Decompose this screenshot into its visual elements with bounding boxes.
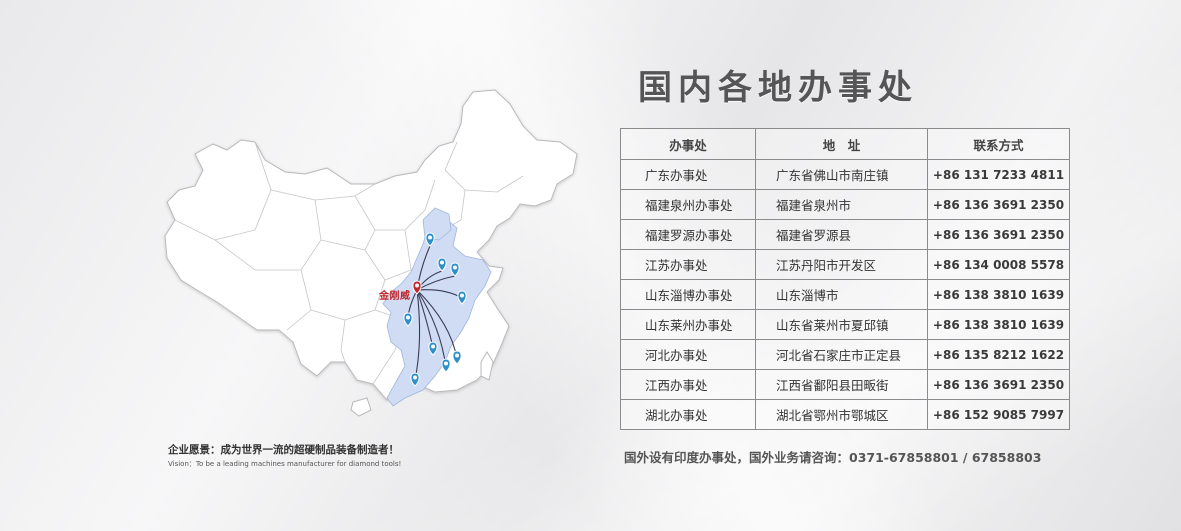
office-address: 江西省鄱阳县田畈街 [755,369,928,400]
office-address: 河北省石家庄市正定县 [755,339,928,370]
office-phone: +86 136 3691 2350 [927,219,1070,250]
office-name: 山东淄博办事处 [620,279,756,310]
office-address: 广东省佛山市南庄镇 [755,159,928,190]
office-name: 湖北办事处 [620,399,756,430]
table-row: 山东莱州办事处 山东省莱州市夏邱镇 +86 138 3810 1639 [620,309,1070,340]
headquarters-label: 金刚威 [379,291,411,302]
china-outline [164,89,578,401]
office-address: 山东省莱州市夏邱镇 [755,309,928,340]
vision-statement-cn: 企业愿景：成为世界一流的超硬制品装备制造者！ [168,444,399,456]
office-address: 福建省罗源县 [755,219,928,250]
office-name: 广东办事处 [620,159,756,190]
table-row: 江西办事处 江西省鄱阳县田畈街 +86 136 3691 2350 [620,369,1070,400]
office-name: 江苏办事处 [620,249,756,280]
offices-table: 办事处 地 址 联系方式 广东办事处 广东省佛山市南庄镇 +86 131 723… [620,128,1070,430]
office-name: 福建罗源办事处 [620,219,756,250]
office-phone: +86 135 8212 1622 [927,339,1070,370]
table-row: 福建罗源办事处 福建省罗源县 +86 136 3691 2350 [620,219,1070,250]
office-phone: +86 131 7233 4811 [927,159,1070,190]
office-phone: +86 134 0008 5578 [927,249,1070,280]
office-phone: +86 138 3810 1639 [927,309,1070,340]
header-office: 办事处 [620,128,756,160]
table-row: 福建泉州办事处 福建省泉州市 +86 136 3691 2350 [620,189,1070,220]
table-row: 山东淄博办事处 山东淄博市 +86 138 3810 1639 [620,279,1070,310]
office-name: 福建泉州办事处 [620,189,756,220]
table-row: 河北办事处 河北省石家庄市正定县 +86 135 8212 1622 [620,339,1070,370]
office-phone: +86 152 9085 7997 [927,399,1070,430]
table-row: 江苏办事处 江苏丹阳市开发区 +86 134 0008 5578 [620,249,1070,280]
hainan-island [350,397,372,417]
office-name: 江西办事处 [620,369,756,400]
office-phone: +86 138 3810 1639 [927,279,1070,310]
table-header-row: 办事处 地 址 联系方式 [620,128,1070,160]
page-title: 国内各地办事处 [638,68,918,108]
header-contact: 联系方式 [927,128,1070,160]
china-map [105,80,595,430]
office-address: 江苏丹阳市开发区 [755,249,928,280]
office-phone: +86 136 3691 2350 [927,369,1070,400]
office-address: 福建省泉州市 [755,189,928,220]
office-phone: +86 136 3691 2350 [927,189,1070,220]
table-row: 广东办事处 广东省佛山市南庄镇 +86 131 7233 4811 [620,159,1070,190]
office-address: 山东淄博市 [755,279,928,310]
china-map-svg [164,89,578,417]
office-name: 山东莱州办事处 [620,309,756,340]
vision-statement-en: Vision：To be a leading machines manufact… [168,460,402,468]
header-address: 地 址 [755,128,928,160]
office-name: 河北办事处 [620,339,756,370]
table-row: 湖北办事处 湖北省鄂州市鄂城区 +86 152 9085 7997 [620,399,1070,430]
overseas-contact-note: 国外设有印度办事处，国外业务请咨询：0371-67858801 / 678588… [624,450,1042,465]
office-address: 湖北省鄂州市鄂城区 [755,399,928,430]
